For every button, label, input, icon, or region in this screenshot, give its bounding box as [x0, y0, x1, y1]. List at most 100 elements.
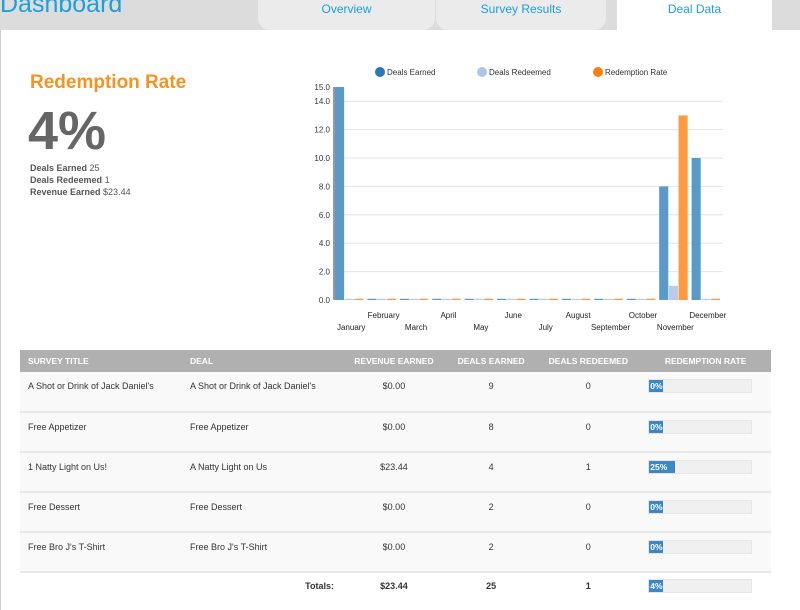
deals-earned-cell: 4	[445, 452, 537, 493]
bar-deals-redeemed	[668, 285, 678, 300]
bar-redemption-rate	[613, 298, 623, 300]
table-row[interactable]: 1 Natty Light on Us! A Natty Light on Us $…	[20, 452, 771, 493]
bar-deals-redeemed	[636, 298, 646, 300]
empty-cell	[20, 572, 182, 600]
column-header[interactable]: DEALS EARNED	[445, 350, 537, 372]
x-tick-label: August	[566, 311, 592, 320]
y-tick-label: 15.0	[314, 83, 330, 92]
deal-cell: Free Appetizer	[182, 412, 342, 453]
rate-fill: 25%	[649, 461, 675, 473]
bar-deals-earned	[529, 298, 539, 300]
survey-title-cell: Free Bro J's T-Shirt	[20, 532, 182, 573]
bar-redemption-rate	[646, 298, 656, 300]
bar-redemption-rate	[386, 298, 396, 300]
total-redeemed: 1	[536, 572, 641, 600]
rate-progress-bar: 0%	[648, 500, 753, 514]
bar-deals-redeemed	[441, 298, 452, 300]
legend-label: Redemption Rate	[605, 68, 668, 77]
rate-progress-bar: 0%	[648, 540, 753, 554]
deals-redeemed-cell: 0	[536, 372, 641, 413]
deal-cell: Free Bro J's T-Shirt	[182, 532, 342, 573]
bar-deals-earned	[594, 298, 604, 300]
bar-deals-earned	[399, 298, 409, 300]
x-tick-label: January	[337, 323, 365, 332]
deal-cell: Free Dessert	[182, 492, 342, 533]
total-earned: 25	[445, 572, 537, 600]
rate-progress-bar: 0%	[648, 379, 753, 393]
legend-marker	[375, 67, 385, 77]
bar-deals-redeemed	[474, 298, 484, 300]
bar-redemption-rate	[484, 298, 494, 300]
bar-deals-earned	[367, 298, 377, 300]
y-tick-label: 14.0	[314, 97, 330, 106]
bar-deals-redeemed	[604, 298, 614, 300]
rate-progress-bar: 4%	[648, 579, 753, 593]
table-row[interactable]: Free Dessert Free Dessert $0.00 2 0 0%	[20, 492, 771, 533]
revenue-cell: $0.00	[342, 412, 446, 453]
rate-cell: 0%	[640, 412, 771, 453]
column-header[interactable]: REDEMPTION RATE	[640, 350, 771, 372]
column-header[interactable]: SURVEY TITLE	[20, 350, 182, 372]
column-header[interactable]: DEAL	[182, 350, 342, 372]
rate-cell: 0%	[640, 532, 771, 573]
deals-earned-cell: 9	[445, 372, 537, 413]
bar-deals-earned	[464, 298, 474, 300]
deals-redeemed-cell: 1	[536, 452, 641, 493]
bar-deals-earned	[335, 87, 345, 300]
rate-cell: 4%	[640, 572, 771, 600]
x-tick-label: December	[689, 311, 726, 320]
legend-label: Deals Redeemed	[489, 68, 551, 77]
bar-deals-redeemed	[571, 298, 581, 300]
rate-progress-bar: 0%	[648, 420, 753, 434]
table-row[interactable]: Free Bro J's T-Shirt Free Bro J's T-Shirt…	[20, 532, 771, 573]
legend-marker	[477, 67, 487, 77]
revenue-cell: $23.44	[342, 452, 446, 493]
survey-title-cell: 1 Natty Light on Us!	[20, 452, 182, 493]
column-header[interactable]: REVENUE EARNED	[342, 350, 446, 372]
bar-redemption-rate	[548, 298, 558, 300]
bar-deals-earned	[659, 186, 669, 300]
deals-earned-cell: 2	[445, 492, 537, 533]
bar-redemption-rate	[581, 298, 591, 300]
bar-deals-redeemed	[539, 298, 549, 300]
column-header[interactable]: DEALS REDEEMED	[536, 350, 641, 372]
legend-marker	[593, 67, 603, 77]
bar-deals-earned	[561, 298, 572, 300]
deals-redeemed-cell: 0	[536, 492, 641, 533]
deal-cell: A Natty Light on Us	[182, 452, 342, 493]
y-tick-label: 4.0	[319, 239, 331, 248]
rate-cell: 0%	[640, 372, 771, 413]
x-tick-label: March	[405, 323, 427, 332]
deals-redeemed-cell: 0	[536, 412, 641, 453]
revenue-cell: $0.00	[342, 372, 446, 413]
survey-title-cell: Free Appetizer	[20, 412, 182, 453]
bar-redemption-rate	[419, 298, 429, 300]
x-tick-label: May	[473, 323, 488, 332]
bar-deals-earned	[691, 158, 701, 300]
rate-fill: 0%	[649, 501, 664, 513]
x-tick-label: September	[591, 323, 630, 332]
rate-fill: 4%	[649, 580, 664, 592]
table-row[interactable]: Free Appetizer Free Appetizer $0.00 8 0 0%	[20, 412, 771, 453]
y-tick-label: 10.0	[314, 154, 330, 163]
bar-redemption-rate	[354, 298, 364, 300]
y-tick-label: 12.0	[314, 126, 330, 135]
total-revenue: $23.44	[342, 572, 446, 600]
x-tick-label: June	[505, 311, 523, 320]
bar-deals-redeemed	[701, 298, 711, 300]
revenue-cell: $0.00	[342, 532, 446, 573]
rate-fill: 0%	[649, 421, 664, 433]
deals-redeemed-cell: 0	[536, 532, 641, 573]
x-tick-label: November	[657, 323, 694, 332]
deals-earned-cell: 8	[445, 412, 537, 453]
bar-deals-redeemed	[506, 298, 516, 300]
table-row[interactable]: A Shot or Drink of Jack Daniel's A Shot o…	[20, 372, 771, 413]
deals-bar-chart: 0.0 2.0 4.0 6.0 8.0 10.0 12.0 14.0 15.0 JanuaryFe…	[314, 67, 727, 332]
rate-progress-bar: 25%	[648, 460, 753, 474]
bar-redemption-rate	[678, 115, 688, 301]
bar-deals-earned	[497, 298, 507, 300]
bar-redemption-rate	[516, 298, 526, 300]
rate-fill: 0%	[649, 380, 664, 392]
rate-cell: 25%	[640, 452, 771, 493]
deal-cell: A Shot or Drink of Jack Daniel's	[182, 372, 342, 413]
